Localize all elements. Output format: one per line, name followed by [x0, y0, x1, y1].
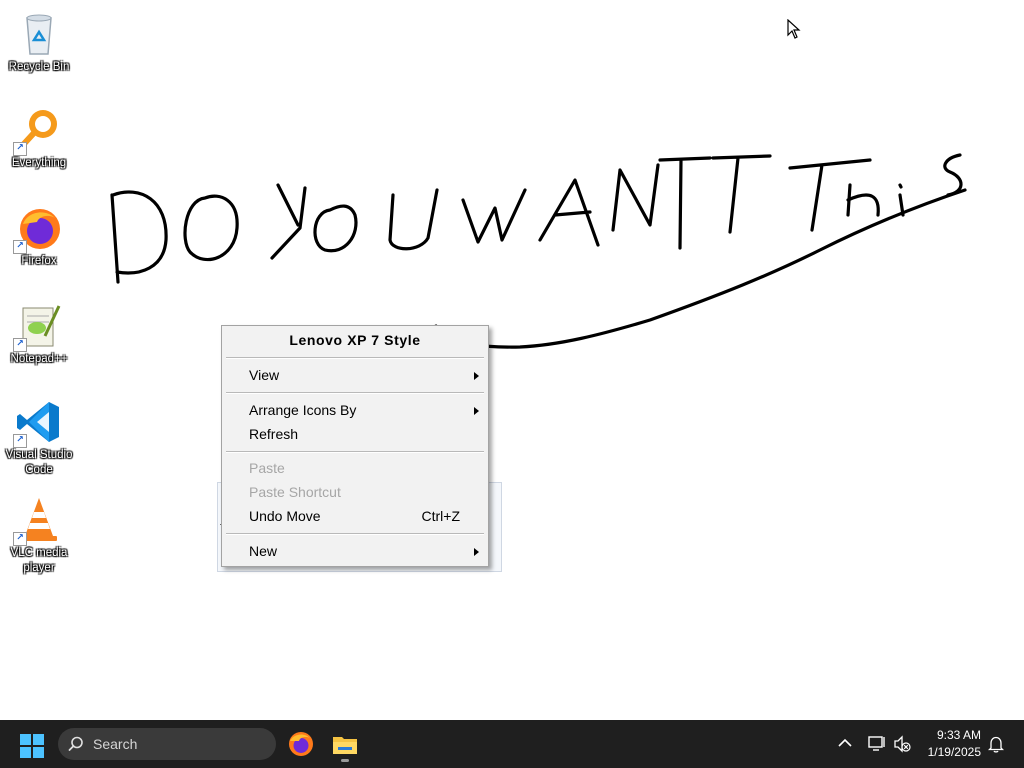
- menu-item-paste-shortcut: Paste Shortcut: [222, 481, 488, 504]
- desktop-icon-label: Everything: [11, 157, 67, 169]
- handwritten-scribble: [110, 153, 967, 350]
- menu-item-label: View: [249, 367, 280, 383]
- menu-item-label: Arrange Icons By: [249, 402, 357, 418]
- menu-item-arrange-icons-by[interactable]: Arrange Icons By: [222, 399, 488, 422]
- taskbar-firefox[interactable]: [287, 730, 315, 758]
- shortcut-arrow-icon: ↗: [13, 532, 27, 546]
- taskbar-file-explorer[interactable]: [331, 730, 359, 758]
- menu-item-shortcut: Ctrl+Z: [421, 508, 461, 524]
- search-placeholder: Search: [93, 736, 138, 752]
- menu-item-undo-move[interactable]: Undo Move Ctrl+Z: [222, 505, 488, 528]
- recycle-bin-icon: [15, 10, 63, 58]
- context-menu-header: Lenovo XP 7 Style: [289, 332, 421, 348]
- menu-separator: [226, 533, 484, 535]
- desktop-icon-notepad-plus-plus[interactable]: ↗ Notepad++: [4, 302, 74, 367]
- notification-bell-icon[interactable]: [988, 735, 1004, 753]
- menu-item-paste: Paste: [222, 457, 488, 480]
- running-indicator: [341, 759, 349, 762]
- menu-item-label: Paste Shortcut: [249, 484, 341, 500]
- menu-item-label: Undo Move: [249, 508, 321, 524]
- menu-separator: [226, 392, 484, 394]
- desktop-icon-firefox[interactable]: ↗ Firefox: [4, 204, 74, 269]
- shortcut-arrow-icon: ↗: [13, 240, 27, 254]
- clock-date[interactable]: 1/19/2025: [901, 745, 981, 759]
- desktop-icon-label: VLC media player: [10, 547, 68, 574]
- desktop-icon-vscode[interactable]: ↗ Visual Studio Code: [4, 398, 74, 478]
- desktop-icon-label: Notepad++: [10, 353, 68, 365]
- mouse-cursor-icon: [787, 19, 801, 39]
- notepad-plus-plus-icon: ↗: [13, 302, 63, 352]
- start-button[interactable]: [20, 734, 44, 758]
- shortcut-arrow-icon: ↗: [13, 142, 27, 156]
- submenu-arrow-icon: [474, 372, 479, 380]
- desktop-icon-label: Firefox: [21, 255, 57, 267]
- firefox-icon: ↗: [13, 204, 63, 254]
- network-icon[interactable]: [867, 735, 887, 753]
- submenu-arrow-icon: [474, 407, 479, 415]
- shortcut-arrow-icon: ↗: [13, 434, 27, 448]
- desktop-icon-label: Visual Studio Code: [5, 449, 73, 476]
- menu-item-label: Refresh: [249, 426, 299, 442]
- shortcut-arrow-icon: ↗: [13, 338, 27, 352]
- menu-item-label: New: [249, 543, 278, 559]
- menu-separator: [226, 357, 484, 359]
- menu-item-view[interactable]: View: [222, 364, 488, 387]
- menu-item-label: Paste: [249, 460, 285, 476]
- vscode-icon: ↗: [13, 398, 63, 448]
- desktop-context-menu: Lenovo XP 7 Style View Arrange Icons By …: [221, 325, 489, 567]
- vlc-icon: ↗: [13, 496, 63, 546]
- firefox-icon: [289, 732, 313, 756]
- file-explorer-icon: [333, 737, 357, 754]
- menu-item-refresh[interactable]: Refresh: [222, 423, 488, 446]
- windows-logo-icon: [20, 734, 31, 745]
- menu-item-new[interactable]: New: [222, 540, 488, 563]
- menu-separator: [226, 451, 484, 453]
- clock-time[interactable]: 9:33 AM: [901, 728, 981, 742]
- everything-search-icon: ↗: [13, 106, 63, 156]
- taskbar-search-box[interactable]: Search: [58, 728, 276, 760]
- chevron-up-icon[interactable]: [838, 738, 852, 748]
- desktop-icon-vlc[interactable]: ↗ VLC media player: [4, 496, 74, 576]
- desktop-icon-label: Recycle Bin: [8, 61, 70, 73]
- submenu-arrow-icon: [474, 548, 479, 556]
- desktop-icon-recycle-bin[interactable]: Recycle Bin: [4, 10, 74, 75]
- search-icon: [68, 736, 83, 751]
- desktop-icon-everything[interactable]: ↗ Everything: [4, 106, 74, 171]
